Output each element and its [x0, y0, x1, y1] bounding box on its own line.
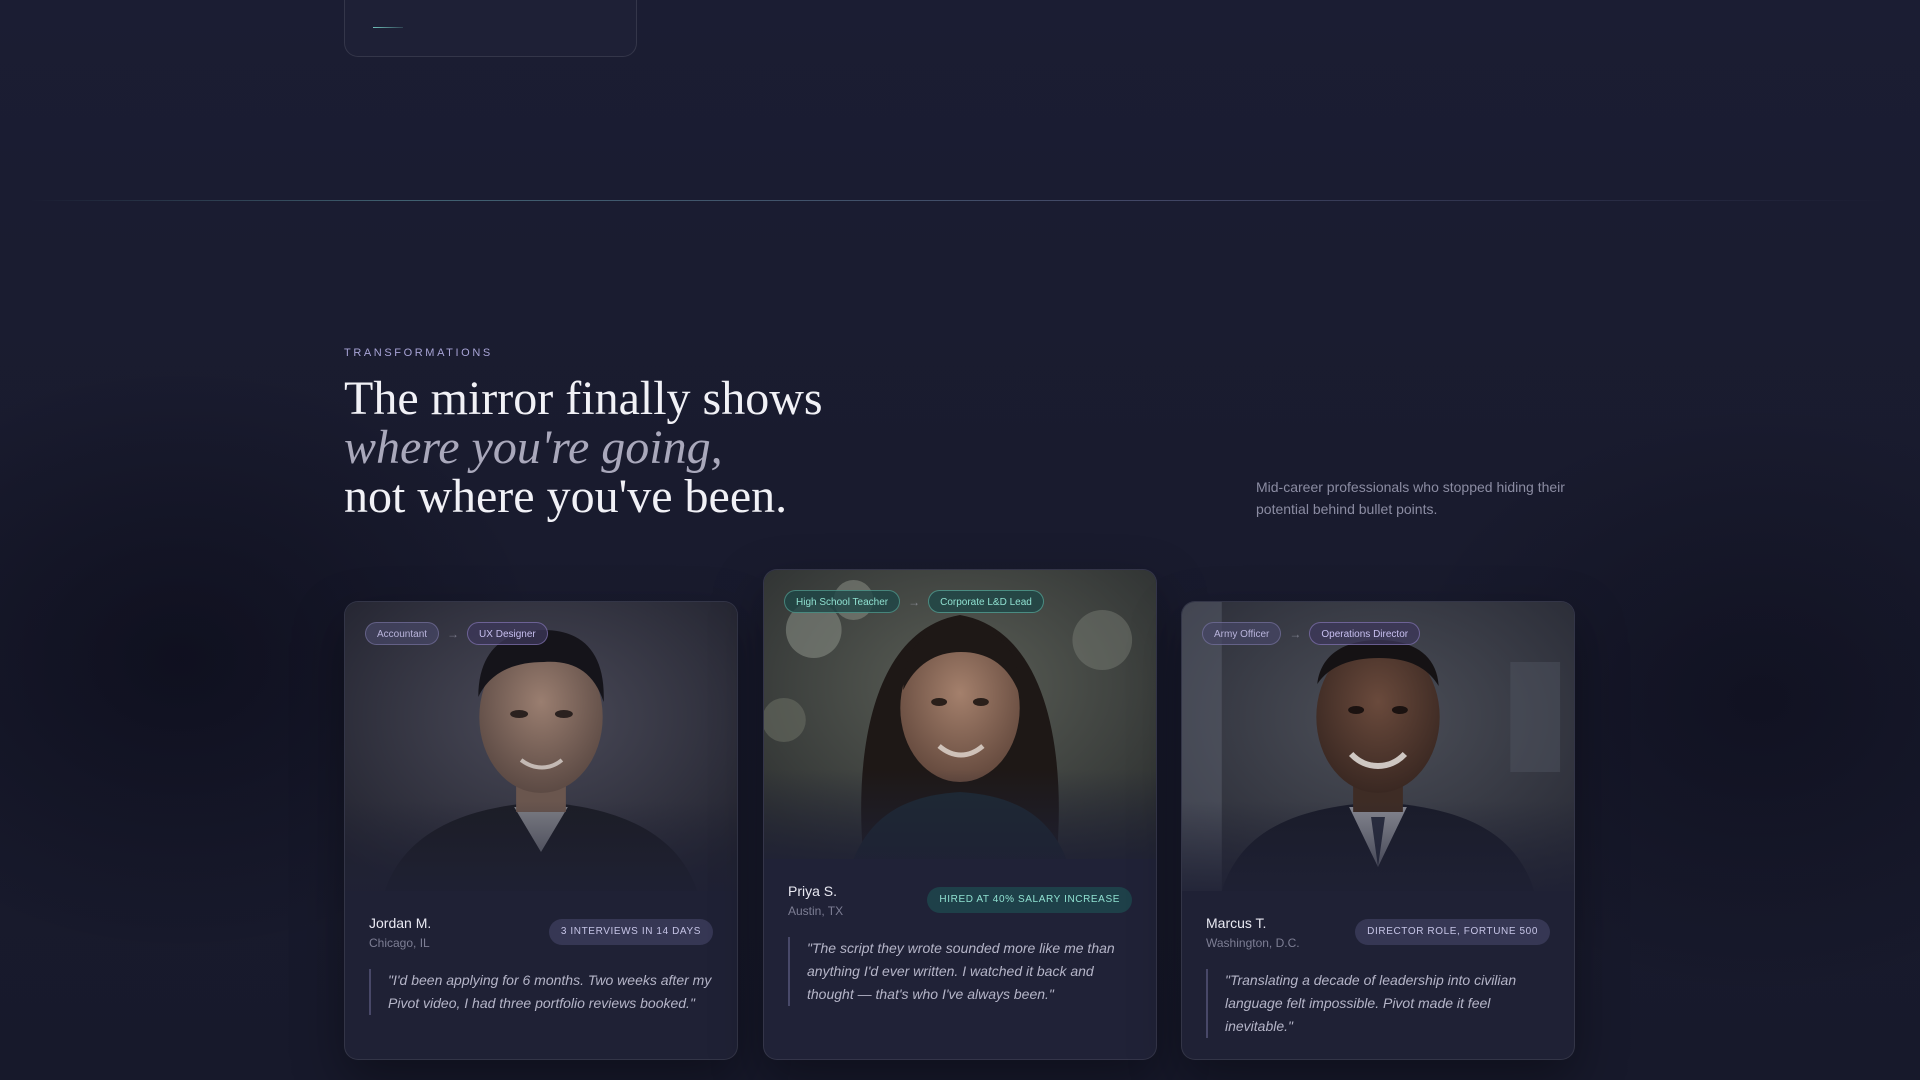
from-role-tag: High School Teacher [784, 590, 901, 613]
headline-line-1: The mirror finally shows [344, 372, 823, 425]
role-tags: Accountant → UX Designer [365, 622, 548, 645]
section-eyebrow: TRANSFORMATIONS [344, 347, 493, 359]
to-role-tag: Corporate L&D Lead [928, 590, 1044, 613]
testimonial-card[interactable]: Accountant → UX Designer Jordan M. Chica… [344, 601, 738, 1060]
portrait-photo: Accountant → UX Designer [345, 602, 737, 891]
arrow-right-icon: → [1289, 626, 1302, 641]
testimonial-card[interactable]: Army Officer → Operations Director Marcu… [1181, 601, 1575, 1060]
testimonial-quote: "The script they wrote sounded more like… [788, 937, 1132, 1006]
result-badge: DIRECTOR ROLE, FORTUNE 500 [1355, 919, 1550, 945]
section-headline: The mirror finally shows where you're go… [344, 374, 1044, 521]
to-role-tag: UX Designer [467, 622, 548, 645]
card-meta: Jordan M. Chicago, IL 3 INTERVIEWS IN 14… [369, 915, 713, 957]
card-meta: Priya S. Austin, TX HIRED AT 40% SALARY … [788, 883, 1132, 925]
card-accent-line [373, 27, 403, 28]
section-subtext: Mid-career professionals who stopped hid… [1256, 479, 1565, 517]
arrow-right-icon: → [447, 626, 460, 641]
role-tags: High School Teacher → Corporate L&D Lead [784, 590, 1044, 613]
testimonial-card[interactable]: High School Teacher → Corporate L&D Lead… [763, 569, 1157, 1060]
previous-section-card [344, 0, 637, 57]
testimonial-quote: "I'd been applying for 6 months. Two wee… [369, 969, 713, 1015]
testimonial-quote: "Translating a decade of leadership into… [1206, 969, 1550, 1038]
from-role-tag: Army Officer [1202, 622, 1282, 645]
photo-fade [1182, 801, 1574, 891]
photo-fade [345, 801, 737, 891]
to-role-tag: Operations Director [1309, 622, 1421, 645]
from-role-tag: Accountant [365, 622, 440, 645]
portrait-photo: Army Officer → Operations Director [1182, 602, 1574, 891]
headline-line-2: where you're going, [344, 421, 723, 474]
section-divider [30, 200, 1890, 201]
card-meta: Marcus T. Washington, D.C. DIRECTOR ROLE… [1206, 915, 1550, 957]
photo-fade [764, 769, 1156, 859]
portrait-photo: High School Teacher → Corporate L&D Lead [764, 570, 1156, 859]
result-badge: 3 INTERVIEWS IN 14 DAYS [548, 919, 713, 945]
arrow-right-icon: → [908, 594, 921, 609]
result-badge: HIRED AT 40% SALARY INCREASE [927, 887, 1132, 913]
page: TRANSFORMATIONS The mirror finally shows… [0, 0, 1920, 1080]
headline-line-3: not where you've been. [344, 470, 788, 523]
role-tags: Army Officer → Operations Director [1202, 622, 1421, 645]
